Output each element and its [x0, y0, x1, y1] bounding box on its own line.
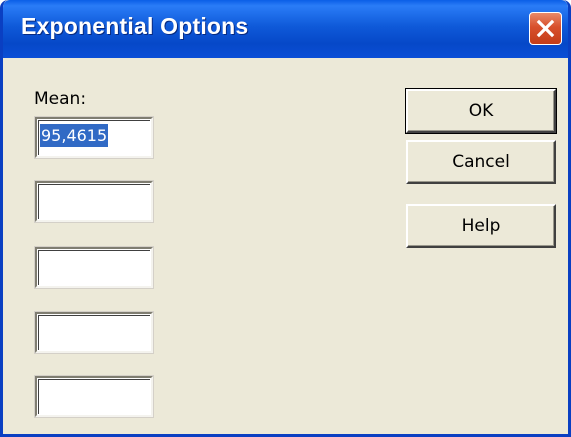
cancel-button[interactable]: Cancel	[406, 140, 556, 184]
help-button-label: Help	[461, 216, 501, 236]
ok-button-label: OK	[468, 101, 494, 121]
parameter-input-4[interactable]	[34, 311, 154, 354]
mean-input-value: 95,4615	[40, 124, 109, 147]
cancel-button-label: Cancel	[452, 152, 510, 172]
title-bar[interactable]: Exponential Options	[3, 0, 568, 58]
help-button[interactable]: Help	[406, 204, 556, 248]
parameter-input-2[interactable]	[34, 180, 154, 223]
parameter-input-3[interactable]	[34, 246, 154, 289]
mean-input[interactable]: 95,4615	[34, 116, 154, 159]
close-button[interactable]	[529, 12, 562, 45]
parameter-input-5[interactable]	[34, 375, 154, 418]
ok-button[interactable]: OK	[405, 88, 557, 134]
dialog-title: Exponential Options	[21, 13, 249, 39]
mean-label: Mean:	[34, 89, 87, 109]
close-icon	[536, 19, 555, 38]
exponential-options-dialog: Exponential Options Mean: 95,4615 OK Can…	[0, 0, 571, 437]
